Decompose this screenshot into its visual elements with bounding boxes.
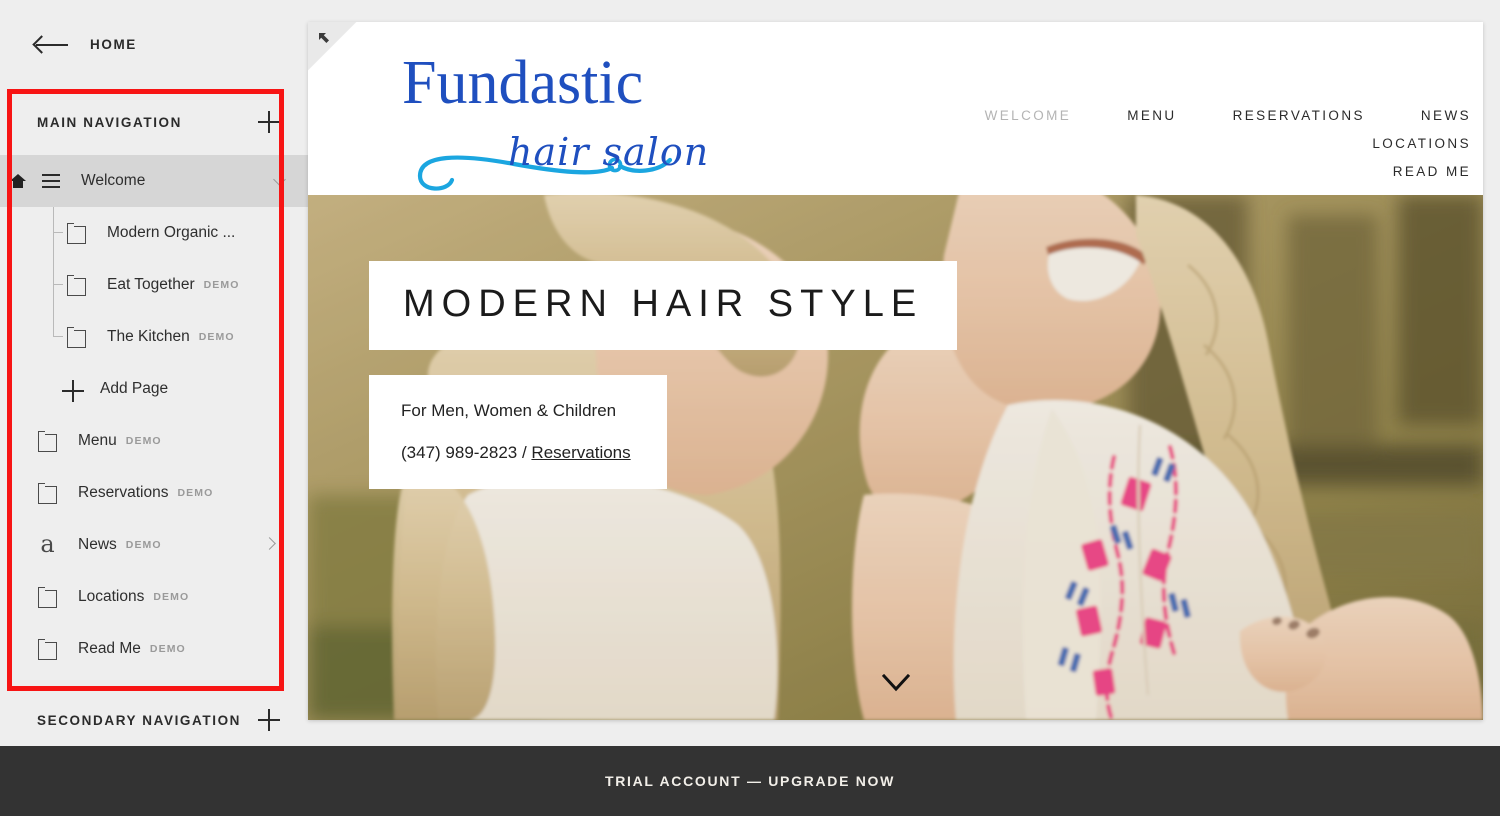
site-nav-welcome[interactable]: WELCOME — [985, 102, 1072, 130]
main-navigation-header: MAIN NAVIGATION — [0, 89, 308, 155]
site-nav-news[interactable]: NEWS — [1421, 102, 1471, 130]
sidebar-item-label: Locations — [78, 588, 145, 605]
demo-badge: DEMO — [153, 591, 190, 603]
demo-badge: DEMO — [125, 435, 162, 447]
page-icon — [38, 430, 57, 452]
page-icon — [67, 222, 86, 244]
sidebar-item-label: Reservations — [78, 484, 169, 501]
page-icon — [38, 586, 57, 608]
hero-title-box: MODERN HAIR STYLE — [369, 261, 958, 350]
trial-account-label[interactable]: TRIAL ACCOUNT — UPGRADE NOW — [605, 773, 895, 789]
hero-subtitle-box: For Men, Women & Children (347) 989-2823… — [369, 375, 667, 489]
site-nav-locations[interactable]: LOCATIONS — [1372, 130, 1471, 158]
site-nav-menu[interactable]: MENU — [1127, 102, 1176, 130]
page-icon — [38, 482, 57, 504]
sidebar-item-reservations[interactable]: Reservations DEMO — [0, 467, 308, 519]
editor-sidebar: HOME MAIN NAVIGATION Welcome Modern Organ… — [0, 0, 316, 816]
secondary-navigation-title: SECONDARY NAVIGATION — [37, 712, 242, 728]
secondary-navigation-header: SECONDARY NAVIGATION — [0, 687, 308, 753]
sidebar-item-label: Add Page — [100, 380, 169, 397]
sidebar-item-add-page[interactable]: Add Page — [0, 363, 308, 415]
site-logo[interactable]: Fundastic hair salon — [360, 48, 760, 191]
hero-phone-number: (347) 989-2823 / — [401, 443, 532, 462]
demo-badge: DEMO — [149, 643, 186, 655]
list-icon[interactable] — [42, 174, 60, 188]
hero-subtitle: For Men, Women & Children — [401, 401, 617, 420]
hero-section: MODERN HAIR STYLE For Men, Women & Child… — [308, 195, 1483, 720]
sidebar-item-locations[interactable]: Locations DEMO — [0, 571, 308, 623]
tree-line — [53, 311, 55, 337]
sidebar-item-label: Menu — [78, 432, 117, 449]
site-header: Fundastic hair salon WELCOME MENU RESERVAT… — [308, 22, 1483, 195]
add-secondary-navigation-icon[interactable] — [258, 709, 280, 731]
sidebar-item-welcome[interactable]: Welcome — [0, 155, 316, 207]
page-icon — [38, 638, 57, 660]
tree-branch — [53, 232, 63, 234]
sidebar-topbar: HOME — [0, 0, 308, 89]
site-main-nav: WELCOME MENU RESERVATIONS NEWSLOCATIONS READ… — [781, 102, 1471, 186]
tree-branch — [53, 284, 63, 286]
site-preview-frame[interactable]: Fundastic hair salon WELCOME MENU RESERVAT… — [308, 22, 1483, 720]
arrow-left-icon[interactable] — [32, 34, 68, 55]
sidebar-item-menu[interactable]: Menu DEMO — [0, 415, 308, 467]
resize-nw-icon[interactable] — [308, 22, 360, 74]
hero-reservations-link[interactable]: Reservations — [531, 443, 630, 462]
sidebar-item-label: Welcome — [81, 172, 146, 189]
sidebar-item-label: Eat Together — [107, 276, 195, 293]
main-navigation-title: MAIN NAVIGATION — [37, 114, 182, 130]
demo-badge: DEMO — [203, 279, 240, 291]
hero-contact-line: (347) 989-2823 / Reservations — [401, 443, 631, 463]
sidebar-item-label: Modern Organic ... — [107, 224, 236, 241]
add-page-icon[interactable] — [62, 379, 84, 402]
logo-tagline: hair salon — [508, 130, 710, 174]
demo-badge: DEMO — [177, 487, 214, 499]
back-to-home-label[interactable]: HOME — [90, 37, 137, 52]
hero-title: MODERN HAIR STYLE — [403, 283, 924, 325]
site-preview-canvas: Fundastic hair salon WELCOME MENU RESERVAT… — [308, 0, 1500, 816]
chevron-down-icon[interactable] — [273, 173, 286, 186]
chevron-right-icon[interactable] — [263, 537, 276, 550]
site-nav-reservations[interactable]: RESERVATIONS — [1233, 102, 1365, 130]
resize-arrow-glyph — [319, 33, 329, 43]
sidebar-item-eat-together[interactable]: Eat Together DEMO — [0, 259, 308, 311]
sidebar-item-read-me[interactable]: Read Me DEMO — [0, 623, 308, 675]
chevron-down-icon[interactable] — [881, 674, 910, 692]
sidebar-item-label: News — [78, 536, 117, 553]
add-main-navigation-icon[interactable] — [258, 111, 280, 133]
sidebar-item-the-kitchen[interactable]: The Kitchen DEMO — [0, 311, 308, 363]
sidebar-item-news[interactable]: a News DEMO — [0, 519, 308, 571]
sidebar-item-label: Read Me — [78, 640, 141, 657]
site-nav-row-2: READ ME — [781, 158, 1471, 186]
blog-a-icon: a — [40, 530, 55, 558]
logo-wordmark: Fundastic — [402, 49, 644, 117]
page-icon — [67, 274, 86, 296]
sidebar-item-modern-organic[interactable]: Modern Organic ... — [0, 207, 308, 259]
tree-branch — [53, 336, 63, 338]
demo-badge: DEMO — [198, 331, 235, 343]
trial-account-bar[interactable]: TRIAL ACCOUNT — UPGRADE NOW — [0, 746, 1500, 816]
site-nav-read-me[interactable]: READ ME — [1393, 158, 1471, 186]
sidebar-item-label: The Kitchen — [107, 328, 190, 345]
site-nav-row-1: WELCOME MENU RESERVATIONS NEWSLOCATIONS — [781, 102, 1471, 158]
page-icon — [67, 326, 86, 348]
demo-badge: DEMO — [125, 539, 162, 551]
home-icon — [10, 174, 26, 188]
main-navigation-list: Welcome Modern Organic ... Eat Together DEM… — [0, 155, 316, 675]
